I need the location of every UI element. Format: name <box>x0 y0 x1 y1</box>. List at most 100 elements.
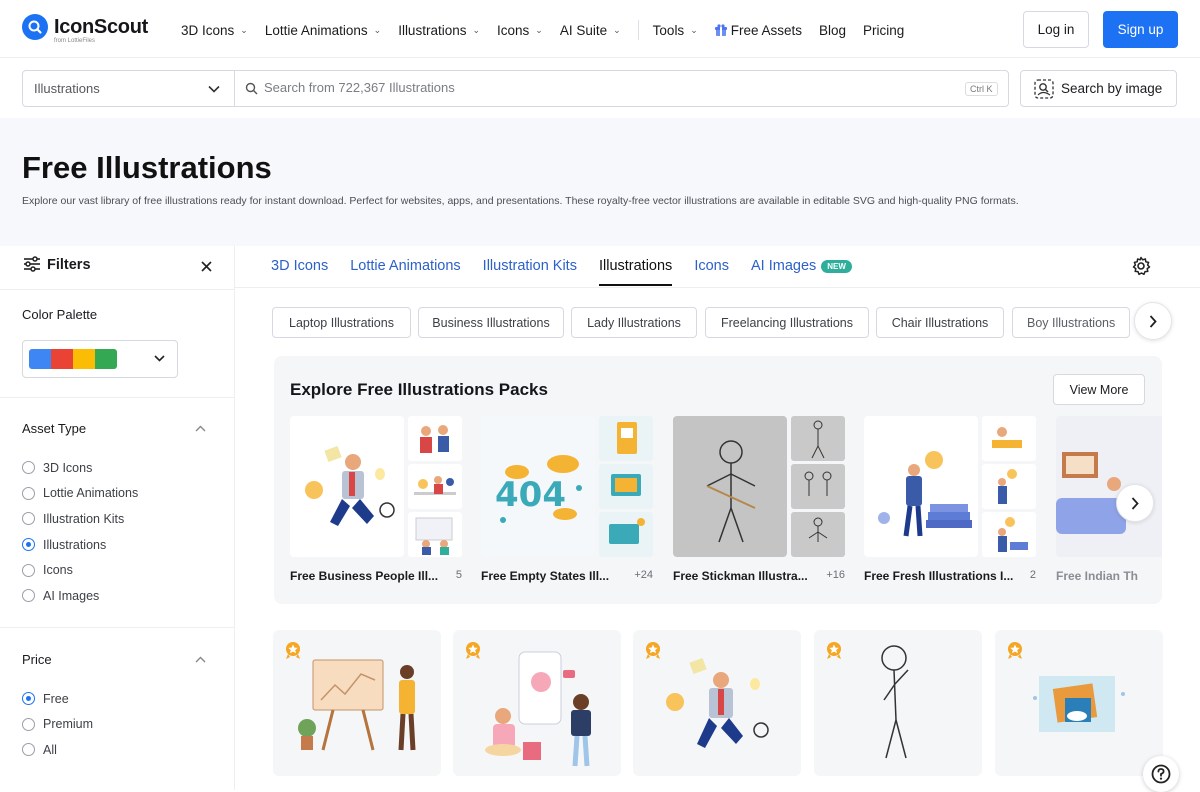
chevron-down-icon: ⌄ <box>373 24 382 35</box>
pack-preview-image <box>408 464 462 509</box>
tab-ai-images[interactable]: AI Images NEW <box>751 258 852 286</box>
nav-pricing[interactable]: Pricing <box>863 23 904 38</box>
pack-preview-image <box>982 416 1036 461</box>
chip-boy-illustrations[interactable]: Boy Illustrations <box>1012 307 1130 338</box>
radio-free[interactable]: Free <box>22 686 93 712</box>
tab-illustrations[interactable]: Illustrations <box>598 258 673 286</box>
pack-count: +24 <box>634 569 653 581</box>
search-by-image-label: Search by image <box>1061 81 1163 96</box>
color-palette-select[interactable] <box>22 340 178 378</box>
nav-icons[interactable]: Icons ⌄ <box>497 23 543 38</box>
illustration-card[interactable] <box>273 630 441 776</box>
tab-icons[interactable]: Icons <box>694 258 729 286</box>
search-category-select[interactable]: Illustrations <box>23 71 235 106</box>
tab-lottie-animations[interactable]: Lottie Animations <box>350 258 460 286</box>
radio-premium[interactable]: Premium <box>22 712 93 738</box>
packs-next-button[interactable] <box>1116 484 1154 522</box>
palette-swatch <box>29 349 117 369</box>
chevron-up-icon[interactable] <box>195 656 206 663</box>
close-icon[interactable] <box>201 261 212 272</box>
pack-preview-image <box>599 416 653 461</box>
illustration-image <box>1033 676 1125 732</box>
radio-label: All <box>43 742 57 757</box>
view-more-button[interactable]: View More <box>1053 374 1145 405</box>
chevron-down-icon <box>208 85 220 93</box>
pack-preview-image <box>791 416 845 461</box>
radio-icons[interactable]: Icons <box>22 557 138 583</box>
pack-cover-image <box>673 416 787 557</box>
illustration-image <box>298 659 416 751</box>
login-button[interactable]: Log in <box>1023 11 1089 48</box>
radio-circle-selected <box>22 692 35 706</box>
tab-illustration-kits[interactable]: Illustration Kits <box>483 258 577 286</box>
nav-3d-icons[interactable]: 3D Icons ⌄ <box>181 23 248 38</box>
search-by-image-button[interactable]: Search by image <box>1020 70 1177 107</box>
chevron-down-icon: ⌄ <box>613 24 621 35</box>
brand-name: IconScout <box>54 15 148 38</box>
illustration-card[interactable] <box>453 630 621 776</box>
illustration-card[interactable] <box>995 630 1163 776</box>
pack-preview-image <box>599 464 653 509</box>
nav-blog[interactable]: Blog <box>819 23 846 38</box>
color-palette-section: Color Palette <box>0 290 234 398</box>
nav-free-assets[interactable]: Free Assets <box>714 22 803 38</box>
nav-label: Free Assets <box>730 22 803 38</box>
radio-label: Lottie Animations <box>43 486 139 501</box>
nav-tools[interactable]: Tools ⌄ <box>653 23 698 38</box>
radio-circle-selected <box>22 538 35 552</box>
radio-all[interactable]: All <box>22 737 93 763</box>
color-palette-title: Color Palette <box>22 307 98 322</box>
chevron-up-icon[interactable] <box>195 425 206 432</box>
chip-chair-illustrations[interactable]: Chair Illustrations <box>876 307 1004 338</box>
price-options: Free Premium All <box>22 686 93 763</box>
help-button[interactable] <box>1143 756 1179 792</box>
gift-icon <box>714 23 727 36</box>
nav-lottie-animations[interactable]: Lottie Animations ⌄ <box>265 23 381 38</box>
top-header: IconScout from LottieFiles 3D Icons ⌄ Lot… <box>0 0 1200 58</box>
chip-business-illustrations[interactable]: Business Illustrations <box>418 307 564 338</box>
price-title: Price <box>22 652 52 667</box>
pack-label: Free Indian Th <box>1056 569 1162 583</box>
radio-3d-icons[interactable]: 3D Icons <box>22 455 138 481</box>
nav-illustrations[interactable]: Illustrations ⌄ <box>398 23 480 38</box>
radio-lottie-animations[interactable]: Lottie Animations <box>22 481 138 507</box>
radio-label: Illustration Kits <box>43 511 125 526</box>
nav-label: Icons <box>497 22 530 38</box>
logo-search-icon <box>22 14 48 40</box>
search-shortcut-hint: Ctrl K <box>965 82 998 96</box>
chips-next-button[interactable] <box>1134 302 1172 340</box>
new-badge: NEW <box>821 259 852 273</box>
radio-ai-images[interactable]: AI Images <box>22 583 138 609</box>
chip-lady-illustrations[interactable]: Lady Illustrations <box>571 307 697 338</box>
gear-icon[interactable] <box>1131 256 1151 276</box>
question-icon <box>1151 764 1171 784</box>
illustration-card[interactable] <box>814 630 982 776</box>
search-input[interactable]: Search from 722,367 Illustrations <box>264 80 455 95</box>
illustration-image <box>485 651 591 767</box>
pack-label: Free Business People Ill... 5 <box>290 569 462 583</box>
pack-label: Free Stickman Illustra... +16 <box>673 569 845 583</box>
radio-illustration-kits[interactable]: Illustration Kits <box>22 506 138 532</box>
tab-3d-icons[interactable]: 3D Icons <box>271 258 328 286</box>
radio-illustrations[interactable]: Illustrations <box>22 532 138 558</box>
asset-tabs: 3D Icons Lottie Animations Illustration … <box>271 258 852 286</box>
nav-label: AI Suite <box>559 22 608 38</box>
pack-name: Free Empty States Ill... <box>481 569 610 583</box>
radio-circle <box>22 743 35 757</box>
nav-ai-suite[interactable]: AI Suite ⌄ <box>560 23 621 38</box>
chevron-down-icon: ⌄ <box>472 24 481 35</box>
chip-laptop-illustrations[interactable]: Laptop Illustrations <box>272 307 411 338</box>
page-title: Free Illustrations <box>22 150 272 185</box>
iconscout-logo[interactable]: IconScout from LottieFiles <box>22 14 148 44</box>
radio-label: AI Images <box>43 588 100 603</box>
packs-title: Explore Free Illustrations Packs <box>290 380 548 399</box>
signup-button[interactable]: Sign up <box>1103 11 1178 48</box>
chip-freelancing-illustrations[interactable]: Freelancing Illustrations <box>705 307 869 338</box>
pack-cover-image: 404 <box>481 416 595 557</box>
filters-header: Filters <box>0 246 234 290</box>
illustration-card[interactable] <box>633 630 801 776</box>
radio-label: 3D Icons <box>43 460 93 475</box>
pack-label: Free Fresh Illustrations I... 2 <box>864 569 1036 583</box>
search-category-value: Illustrations <box>34 81 100 96</box>
pack-preview-image <box>791 464 845 509</box>
